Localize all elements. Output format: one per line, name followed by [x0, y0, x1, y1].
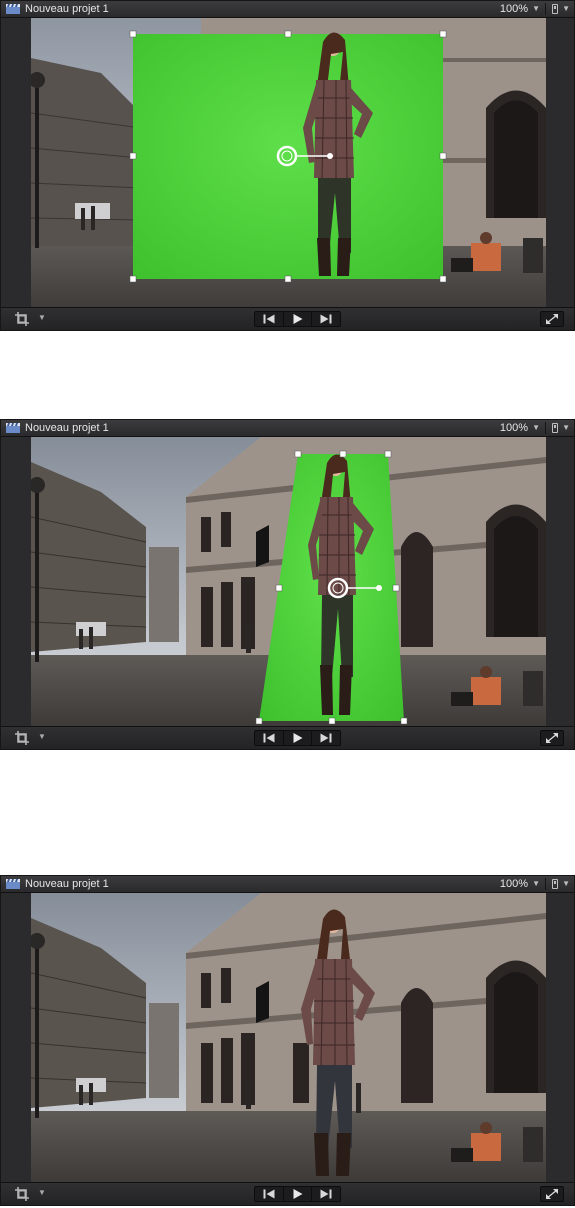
go-to-start-button[interactable] [255, 312, 284, 326]
zoom-level-menu[interactable]: 100% [500, 2, 528, 16]
crop-tool-icon[interactable] [15, 731, 29, 745]
view-options-icon[interactable] [552, 423, 558, 433]
go-to-end-button[interactable] [312, 1187, 340, 1201]
view-options-icon[interactable] [552, 879, 558, 889]
play-icon [293, 1189, 302, 1199]
zoom-level-menu[interactable]: 100% [500, 421, 528, 435]
view-options-icon[interactable] [552, 4, 558, 14]
crop-tool-icon[interactable] [15, 312, 29, 326]
transport-controls [254, 311, 341, 327]
view-options-chevron-down-icon[interactable]: ▼ [562, 2, 570, 16]
fullscreen-button[interactable] [540, 1186, 564, 1202]
clapperboard-icon [6, 4, 20, 14]
viewer-title-bar: Nouveau projet 1 100% ▼ ▼ [1, 1, 574, 18]
title-separator [545, 878, 546, 890]
project-title: Nouveau projet 1 [25, 422, 109, 434]
project-title: Nouveau projet 1 [25, 3, 109, 15]
go-to-end-button[interactable] [312, 312, 340, 326]
go-to-end-icon [320, 733, 332, 743]
play-icon [293, 314, 302, 324]
fullscreen-icon [546, 1189, 558, 1199]
tools-chevron-down-icon[interactable]: ▼ [38, 1186, 46, 1200]
go-to-end-icon [320, 314, 332, 324]
go-to-start-button[interactable] [255, 1187, 284, 1201]
tools-chevron-down-icon[interactable]: ▼ [38, 311, 46, 325]
zoom-chevron-down-icon[interactable]: ▼ [532, 877, 540, 891]
title-separator [545, 422, 546, 434]
go-to-start-icon [263, 314, 275, 324]
viewer-canvas[interactable] [31, 893, 546, 1183]
viewer-2: Nouveau projet 1 100% ▼ ▼ ▼ [0, 419, 575, 750]
crop-tool-icon[interactable] [15, 1187, 29, 1201]
clapperboard-icon [6, 879, 20, 889]
fullscreen-icon [546, 733, 558, 743]
viewer-control-bar: ▼ [1, 307, 574, 330]
title-separator [545, 3, 546, 15]
view-options-chevron-down-icon[interactable]: ▼ [562, 877, 570, 891]
viewer-control-bar: ▼ [1, 1182, 574, 1205]
tools-chevron-down-icon[interactable]: ▼ [38, 730, 46, 744]
clapperboard-icon [6, 423, 20, 433]
project-title: Nouveau projet 1 [25, 878, 109, 890]
fullscreen-icon [546, 314, 558, 324]
go-to-end-icon [320, 1189, 332, 1199]
view-options-chevron-down-icon[interactable]: ▼ [562, 421, 570, 435]
play-button[interactable] [284, 731, 313, 745]
zoom-chevron-down-icon[interactable]: ▼ [532, 2, 540, 16]
viewer-canvas[interactable] [31, 437, 546, 727]
viewer-canvas[interactable] [31, 18, 546, 308]
zoom-chevron-down-icon[interactable]: ▼ [532, 421, 540, 435]
viewer-title-bar: Nouveau projet 1 100% ▼ ▼ [1, 420, 574, 437]
transport-controls [254, 1186, 341, 1202]
play-button[interactable] [284, 1187, 313, 1201]
go-to-start-icon [263, 1189, 275, 1199]
play-icon [293, 733, 302, 743]
viewer-1: Nouveau projet 1 100% ▼ ▼ ▼ [0, 0, 575, 331]
viewer-title-bar: Nouveau projet 1 100% ▼ ▼ [1, 876, 574, 893]
go-to-end-button[interactable] [312, 731, 340, 745]
go-to-start-icon [263, 733, 275, 743]
transport-controls [254, 730, 341, 746]
viewer-3: Nouveau projet 1 100% ▼ ▼ ▼ [0, 875, 575, 1206]
fullscreen-button[interactable] [540, 311, 564, 327]
viewer-control-bar: ▼ [1, 726, 574, 749]
go-to-start-button[interactable] [255, 731, 284, 745]
play-button[interactable] [284, 312, 313, 326]
zoom-level-menu[interactable]: 100% [500, 877, 528, 891]
fullscreen-button[interactable] [540, 730, 564, 746]
